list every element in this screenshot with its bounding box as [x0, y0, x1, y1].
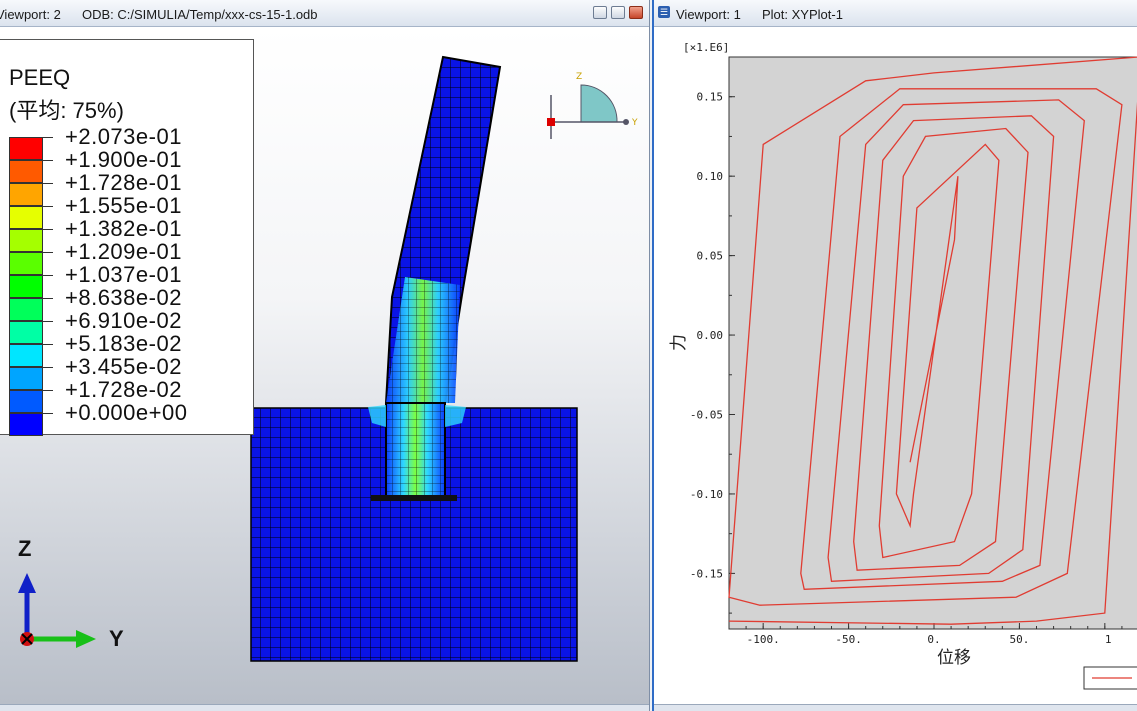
legend-swatch [9, 344, 43, 367]
legend-swatch [9, 298, 43, 321]
legend-swatch [9, 367, 43, 390]
plot-area [728, 56, 1137, 630]
legend-swatch [9, 321, 43, 344]
triad-z-label: Z [18, 536, 32, 561]
legend-tick [43, 229, 53, 230]
bottom-strip [0, 704, 649, 711]
minimize-button[interactable] [593, 6, 607, 19]
y-tick-label: -0.10 [690, 488, 723, 501]
mini-triad-icon: Z Y [547, 72, 638, 139]
y-tick-label: -0.15 [690, 567, 723, 580]
viewport-title: Viewport: 2 [0, 7, 61, 22]
legend-swatch [9, 390, 43, 413]
legend-swatch [9, 252, 43, 275]
y-tick-label: -0.05 [690, 409, 723, 422]
y-axis-title: 力 [669, 334, 689, 351]
bottom-strip [654, 704, 1137, 711]
legend-tick [43, 390, 53, 391]
legend-swatch [9, 275, 43, 298]
legend-tick [43, 413, 53, 414]
legend-tick [43, 275, 53, 276]
odb-path: ODB: C:/SIMULIA/Temp/xxx-cs-15-1.odb [82, 7, 318, 22]
legend-swatch [9, 413, 43, 436]
close-button[interactable] [629, 6, 643, 19]
triad-y-label: Y [109, 626, 124, 651]
viewport-2-titlebar[interactable]: Viewport: 2 ODB: C:/SIMULIA/Temp/xxx-cs-… [0, 0, 649, 27]
legend-tick [43, 160, 53, 161]
legend-tick [43, 321, 53, 322]
legend-title: PEEQ [9, 65, 71, 90]
x-axis-title: 位移 [937, 648, 971, 668]
y-exponent-label: [×1.E6] [683, 41, 730, 54]
legend-tick [43, 344, 53, 345]
legend-tick [43, 298, 53, 299]
mini-triad-z: Z [576, 72, 582, 82]
legend-swatch [9, 206, 43, 229]
legend-swatch [9, 137, 43, 160]
viewport-title: Viewport: 1 [676, 7, 741, 22]
y-tick-label: 0.00 [697, 329, 724, 342]
contour-legend: PEEQ (平均: 75%) +2.073e-01 +1.900e-01 +1.… [0, 39, 254, 436]
x-tick-label: 1 [1105, 633, 1112, 646]
viewport-1[interactable]: ☰ Viewport: 1 Plot: XYPlot-1 0.15 0.10 0.0… [652, 0, 1137, 711]
legend-tick [43, 252, 53, 253]
x-tick-label: -50. [835, 633, 862, 646]
viewport-1-titlebar[interactable]: ☰ Viewport: 1 Plot: XYPlot-1 [654, 0, 1137, 27]
legend-entry: +0.000e+00 [65, 400, 188, 425]
y-tick-label: 0.05 [697, 250, 724, 263]
legend-subtitle: (平均: 75%) [9, 98, 124, 123]
legend-swatch [9, 183, 43, 206]
xyplot-canvas[interactable]: 0.15 0.10 0.05 0.00 -0.05 -0.10 -0.15 -100. -50… [654, 27, 1137, 705]
y-tick-label: 0.15 [697, 91, 724, 104]
y-tick-label: 0.10 [697, 170, 724, 183]
plot-name: Plot: XYPlot-1 [762, 7, 843, 22]
legend-swatch [9, 229, 43, 252]
legend-tick [43, 183, 53, 184]
viewport-menu-icon[interactable]: ☰ [658, 6, 670, 18]
x-tick-label: 50. [1009, 633, 1029, 646]
legend-tick [43, 367, 53, 368]
x-tick-label: -100. [747, 633, 780, 646]
viewport-2[interactable]: Viewport: 2 ODB: C:/SIMULIA/Temp/xxx-cs-… [0, 0, 650, 711]
legend-tick [43, 206, 53, 207]
xy-plot: 0.15 0.10 0.05 0.00 -0.05 -0.10 -0.15 -100. -50… [690, 56, 1137, 690]
maximize-button[interactable] [611, 6, 625, 19]
axis-triad-icon [18, 573, 96, 648]
legend-tick [43, 137, 53, 138]
legend-swatch [9, 160, 43, 183]
mini-triad-y: Y [631, 118, 638, 128]
